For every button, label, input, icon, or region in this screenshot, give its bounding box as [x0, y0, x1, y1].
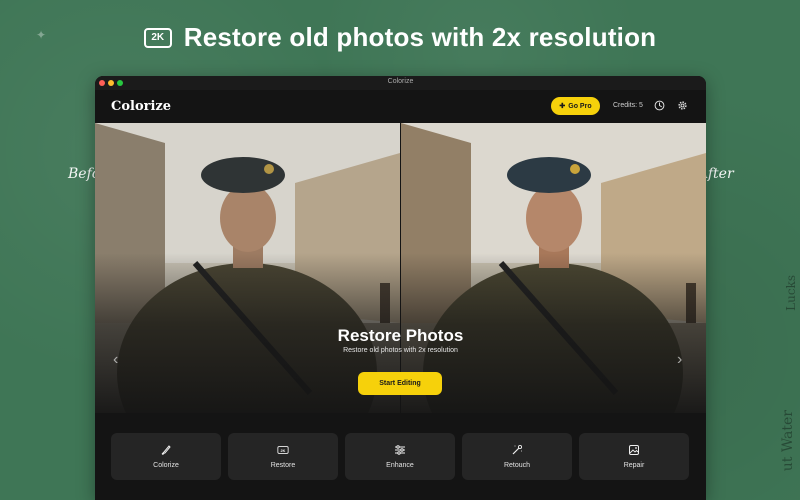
plus-icon: ✚	[559, 103, 566, 110]
tool-label: Repair	[623, 462, 645, 469]
tool-label: Enhance	[386, 462, 414, 469]
2k-badge-icon: 2K	[143, 27, 172, 48]
clock-icon[interactable]	[654, 100, 665, 111]
headline: 2K Restore old photos with 2x resolution	[0, 22, 800, 53]
2k-icon: 2K	[277, 446, 289, 454]
sliders-icon	[395, 445, 405, 455]
app-window: Colorize Colorize ✚ Go Pro Credits: 5 ‹ …	[95, 76, 706, 500]
credits-count: Credits: 5	[613, 102, 643, 109]
tool-label: Retouch	[503, 462, 531, 469]
titlebar: Colorize	[95, 76, 706, 90]
tool-enhance[interactable]: Enhance	[345, 433, 455, 480]
hero-section: ‹ › Restore Photos Restore old photos wi…	[95, 123, 706, 413]
gear-icon[interactable]	[677, 100, 688, 111]
hero-title: Restore Photos	[337, 326, 464, 345]
go-pro-label: Go Pro	[568, 102, 592, 110]
magic-wand-icon	[512, 444, 523, 455]
tool-repair[interactable]: Repair	[579, 433, 689, 480]
svg-text:2K: 2K	[281, 449, 286, 453]
app-header: Colorize ✚ Go Pro Credits: 5	[95, 90, 706, 123]
decor-text-1: Lucks	[784, 275, 798, 311]
tool-label: Colorize	[153, 462, 179, 469]
tool-colorize[interactable]: Colorize	[111, 433, 221, 480]
brush-icon	[161, 445, 171, 455]
decor-text-2: ut Water	[780, 410, 796, 472]
start-editing-button[interactable]: Start Editing	[358, 372, 442, 395]
go-pro-button[interactable]: ✚ Go Pro	[551, 97, 600, 115]
tool-restore[interactable]: 2K Restore	[228, 433, 338, 480]
tool-retouch[interactable]: Retouch	[462, 433, 572, 480]
tool-grid: Colorize 2K Restore Enhance Retouch Repa…	[111, 433, 689, 480]
tool-label: Restore	[270, 462, 296, 469]
app-logo: Colorize	[111, 99, 172, 114]
image-repair-icon	[629, 445, 639, 455]
headline-text: Restore old photos with 2x resolution	[183, 22, 657, 52]
hero-subtitle: Restore old photos with 2x resolution	[343, 347, 458, 354]
window-title: Colorize	[387, 78, 414, 85]
